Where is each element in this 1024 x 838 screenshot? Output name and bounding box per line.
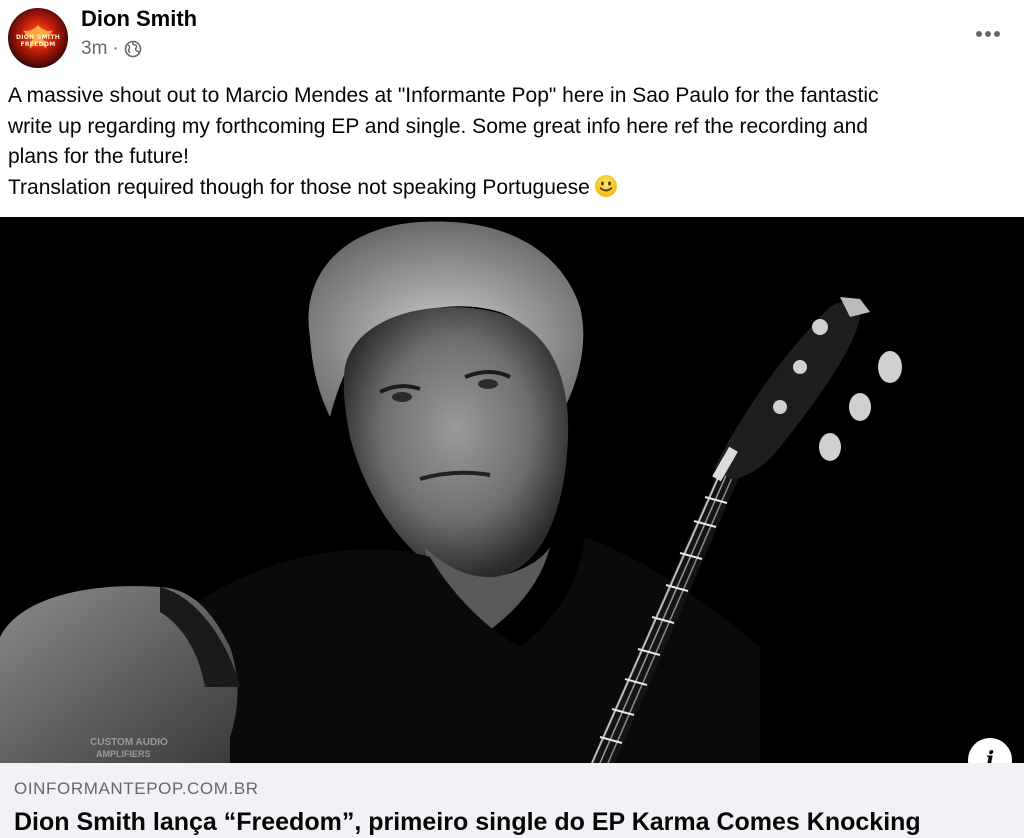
post-body: A massive shout out to Marcio Mendes at … — [8, 81, 1008, 203]
globe-icon[interactable] — [124, 40, 142, 58]
more-options-button[interactable] — [970, 16, 1006, 52]
post-text-line: write up regarding my forthcoming EP and… — [8, 114, 868, 138]
link-preview[interactable]: OINFORMANTEPOP.COM.BR Dion Smith lança “… — [0, 763, 1024, 838]
avatar-logo-text: DION SMITH FREEDOM — [15, 34, 61, 48]
meta-separator: · — [112, 38, 119, 59]
post-photo[interactable]: CUSTOM AUDIO AMPLIFIERS — [0, 217, 1024, 763]
portrait-with-guitar-image: CUSTOM AUDIO AMPLIFIERS — [0, 217, 1024, 763]
amp-logo-text: CUSTOM AUDIO — [90, 737, 168, 748]
slightly-smiling-face-icon — [594, 174, 617, 197]
post-meta: 3m · — [81, 38, 142, 60]
link-domain[interactable]: OINFORMANTEPOP.COM.BR — [14, 779, 259, 799]
avatar[interactable]: DION SMITH FREEDOM — [8, 8, 68, 68]
post-text-line: plans for the future! — [8, 145, 189, 168]
link-title[interactable]: Dion Smith lança “Freedom”, primeiro sin… — [14, 808, 921, 837]
post-text-line: Translation required though for those no… — [8, 175, 590, 199]
post-text-line-with-emoji: Translation required though for those no… — [8, 173, 1008, 204]
post-header: DION SMITH FREEDOM Dion Smith 3m · — [0, 0, 1024, 74]
post-time[interactable]: 3m — [81, 38, 107, 60]
more-horizontal-icon — [976, 31, 1000, 37]
amp-logo-text: AMPLIFIERS — [96, 749, 151, 759]
post-text-line: A massive shout out to Marcio Mendes at … — [8, 84, 879, 107]
author-name[interactable]: Dion Smith — [81, 6, 197, 32]
